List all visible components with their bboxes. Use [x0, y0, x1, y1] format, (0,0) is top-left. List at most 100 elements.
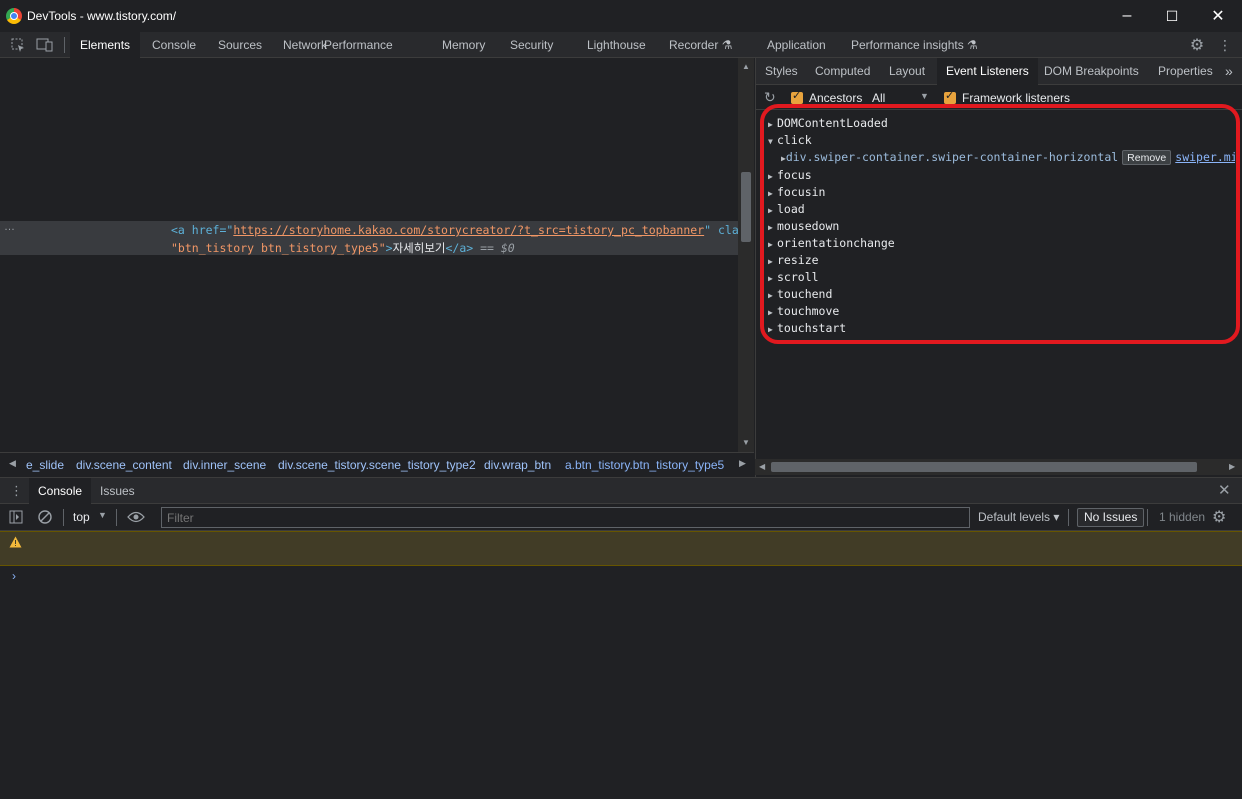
scroll-left-icon[interactable]: ◀ — [759, 462, 765, 471]
tag-close: </a> — [445, 241, 474, 255]
console-output[interactable] — [0, 567, 1242, 799]
clear-console-icon[interactable] — [35, 507, 55, 527]
context-select[interactable]: top — [73, 510, 90, 524]
scroll-down-icon[interactable]: ▼ — [742, 438, 750, 447]
event-focus[interactable]: ▶ focus — [768, 168, 812, 185]
refresh-icon[interactable]: ↻ — [764, 89, 776, 106]
event-orientationchange[interactable]: ▶ orientationchange — [768, 236, 895, 253]
expand-icon: ▶ — [768, 223, 773, 232]
toolbar-divider — [116, 509, 117, 526]
log-levels-select[interactable]: Default levels ▾ — [978, 510, 1059, 524]
drawer-tab-issues[interactable]: Issues — [91, 478, 144, 504]
tab-properties[interactable]: Properties — [1149, 58, 1222, 85]
listener-source-link[interactable]: swiper.min.j — [1175, 150, 1235, 164]
event-domcontentloaded[interactable]: ▶ DOMContentLoaded — [768, 116, 888, 133]
framework-listeners-label: Framework listeners — [962, 91, 1071, 105]
more-tabs-icon[interactable]: » — [1216, 58, 1242, 85]
console-prompt-icon[interactable]: › — [12, 569, 16, 583]
tab-computed[interactable]: Computed — [806, 58, 879, 85]
sidebar-tabs: Styles Computed Layout Event Listeners D… — [756, 58, 1242, 85]
breadcrumb-right-icon[interactable]: ▶ — [739, 458, 746, 469]
listener-filter-select[interactable]: All — [872, 91, 885, 105]
tab-lighthouse[interactable]: Lighthouse — [577, 32, 656, 58]
tab-performance[interactable]: Performance — [314, 32, 403, 58]
class-value: "btn_tistory btn_tistory_type5" — [171, 241, 386, 255]
crumb-e-slide[interactable]: e_slide — [26, 458, 64, 472]
node-text: 자세히보기 — [392, 241, 446, 255]
tab-security[interactable]: Security — [500, 32, 563, 58]
elements-tree[interactable]: … <a href="https://storyhome.kakao.com/s… — [0, 58, 738, 452]
toolbar-divider — [64, 37, 65, 53]
tab-dom-breakpoints[interactable]: DOM Breakpoints — [1035, 58, 1148, 85]
event-touchmove[interactable]: ▶ touchmove — [768, 304, 839, 321]
event-resize[interactable]: ▶ resize — [768, 253, 819, 270]
expand-icon: ▶ — [768, 308, 773, 317]
more-options-icon[interactable]: ⋮ — [1215, 35, 1235, 55]
tab-recorder[interactable]: Recorder ⚗ — [659, 32, 742, 58]
event-touchstart[interactable]: ▶ touchstart — [768, 321, 846, 338]
node-dots[interactable]: … — [4, 221, 15, 233]
ancestors-label: Ancestors — [809, 91, 863, 105]
ancestors-checkbox[interactable] — [791, 89, 803, 104]
breadcrumb: ◀ e_slide div.scene_content div.inner_sc… — [0, 452, 754, 477]
href-link[interactable]: https://storyhome.kakao.com/storycreator… — [233, 223, 704, 237]
window-title: DevTools - www.tistory.com/ — [27, 9, 177, 23]
settings-gear-icon[interactable]: ⚙ — [1187, 35, 1207, 55]
crumb-inner-scene[interactable]: div.inner_scene — [183, 458, 266, 472]
listener-node[interactable]: div.swiper-container.swiper-container-ho… — [786, 150, 1118, 164]
device-toolbar-icon[interactable] — [35, 35, 55, 55]
scroll-up-icon[interactable]: ▲ — [742, 62, 750, 71]
scroll-right-icon[interactable]: ▶ — [1229, 462, 1235, 471]
elements-scrollbar[interactable]: ▲ ▼ — [738, 58, 754, 452]
toolbar-divider — [1147, 509, 1148, 526]
tab-performance-insights[interactable]: Performance insights ⚗ — [841, 32, 988, 58]
click-listener-row[interactable]: ▶div.swiper-container.swiper-container-h… — [781, 150, 1235, 165]
context-dropdown-icon[interactable]: ▼ — [98, 510, 107, 520]
crumb-wrap-btn[interactable]: div.wrap_btn — [484, 458, 551, 472]
event-mousedown[interactable]: ▶ mousedown — [768, 219, 839, 236]
event-click[interactable]: ▼ click — [768, 133, 812, 150]
framework-listeners-checkbox[interactable] — [944, 89, 956, 104]
close-drawer-icon[interactable]: ✕ — [1218, 481, 1231, 499]
console-filter-input[interactable] — [161, 507, 970, 528]
tab-event-listeners[interactable]: Event Listeners — [937, 58, 1038, 85]
expand-icon: ▶ — [768, 274, 773, 283]
console-settings-gear-icon[interactable]: ⚙ — [1212, 507, 1226, 527]
tab-memory[interactable]: Memory — [432, 32, 495, 58]
drawer-menu-icon[interactable]: ⋮ — [10, 483, 23, 499]
tab-sources[interactable]: Sources — [208, 32, 272, 58]
sidebar-hscrollbar[interactable]: ◀ ▶ — [755, 459, 1242, 475]
node-class-line: "btn_tistory btn_tistory_type5">자세히보기</a… — [171, 240, 515, 256]
tab-layout[interactable]: Layout — [880, 58, 934, 85]
expand-icon: ▶ — [768, 172, 773, 181]
sidebar-scroll-thumb[interactable] — [771, 462, 1197, 472]
crumb-scene-tistory[interactable]: div.scene_tistory.scene_tistory_type2 — [278, 458, 476, 472]
live-expression-eye-icon[interactable] — [126, 507, 146, 527]
sidebar-toggle-icon[interactable] — [6, 507, 26, 527]
event-focusin[interactable]: ▶ focusin — [768, 185, 825, 202]
tab-styles[interactable]: Styles — [756, 58, 807, 85]
event-touchend[interactable]: ▶ touchend — [768, 287, 832, 304]
remove-listener-button[interactable]: Remove — [1122, 150, 1172, 165]
minimize-button[interactable]: – — [1104, 0, 1150, 32]
inspect-element-icon[interactable] — [8, 35, 28, 55]
breadcrumb-left-icon[interactable]: ◀ — [9, 458, 16, 469]
crumb-btn-tistory[interactable]: a.btn_tistory.btn_tistory_type5 — [565, 458, 724, 472]
elements-scroll-thumb[interactable] — [741, 172, 751, 242]
close-window-button[interactable]: ✕ — [1195, 0, 1241, 32]
event-load[interactable]: ▶ load — [768, 202, 805, 219]
dropdown-arrow-icon[interactable]: ▼ — [920, 91, 929, 101]
tab-console[interactable]: Console — [142, 32, 206, 58]
no-issues-button[interactable]: No Issues — [1077, 508, 1145, 527]
tab-elements[interactable]: Elements — [70, 32, 141, 58]
event-scroll[interactable]: ▶ scroll — [768, 270, 819, 287]
tag-open: <a href=" — [171, 223, 234, 237]
title-bar: DevTools - www.tistory.com/ – ☐ ✕ — [0, 0, 1242, 32]
tab-application[interactable]: Application — [757, 32, 836, 58]
crumb-scene-content[interactable]: div.scene_content — [76, 458, 172, 472]
drawer-tab-console[interactable]: Console — [29, 478, 92, 504]
expand-icon: ▶ — [768, 325, 773, 334]
tag-gt: > — [385, 241, 393, 255]
maximize-button[interactable]: ☐ — [1149, 0, 1195, 32]
sidebar-pane: Styles Computed Layout Event Listeners D… — [755, 58, 1242, 477]
